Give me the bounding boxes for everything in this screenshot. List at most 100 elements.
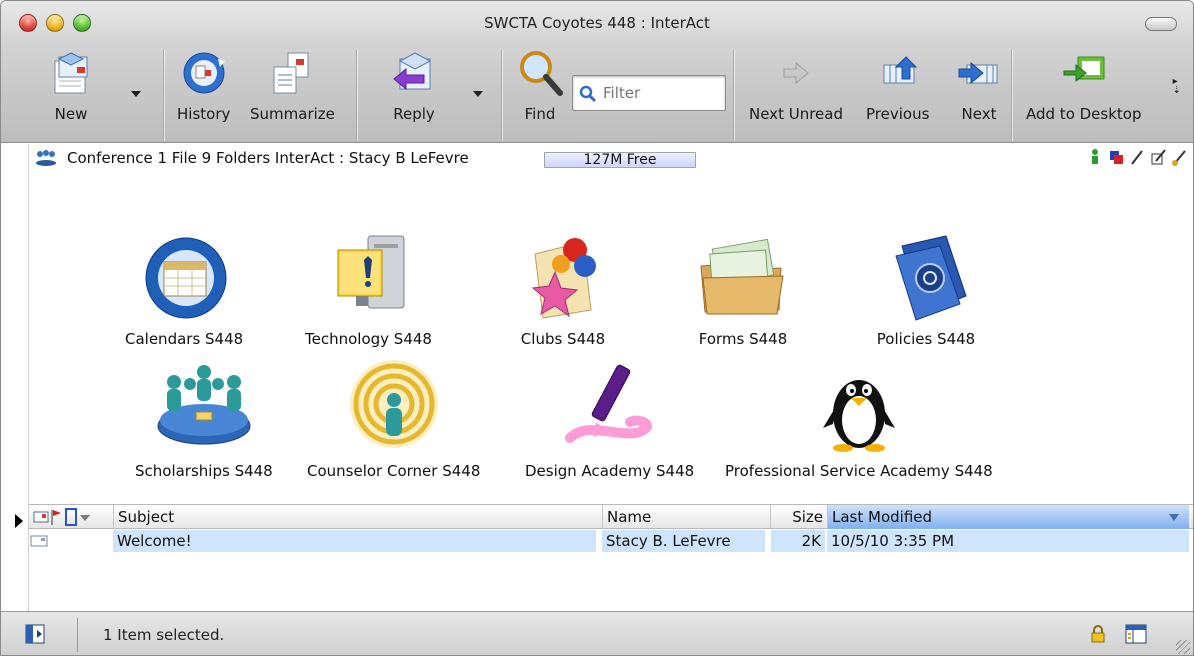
folder-label: Professional Service Academy S448	[725, 462, 993, 480]
toolbar-separator	[733, 49, 734, 141]
status-bar: 1 Item selected.	[1, 611, 1193, 655]
folder-label: Clubs S448	[520, 330, 606, 348]
cell-size: 2K	[771, 530, 825, 552]
app-window: SWCTA Coyotes 448 : InterAct New History…	[0, 0, 1194, 656]
folder-label: Scholarships S448	[135, 462, 273, 480]
previous-label: Previous	[866, 105, 930, 123]
add-to-desktop-label: Add to Desktop	[1026, 105, 1142, 123]
history-icon	[178, 49, 230, 97]
toolbar-overflow-chevron-icon[interactable]: ▸ ⇣	[1173, 77, 1181, 96]
history-label: History	[177, 105, 231, 123]
forms-folder-icon	[693, 226, 793, 326]
column-header-name[interactable]: Name	[602, 505, 770, 529]
find-button[interactable]: Find	[514, 49, 566, 123]
summarize-label: Summarize	[250, 105, 335, 123]
path-info-text: Conference 1 File 9 Folders InterAct : S…	[67, 149, 469, 167]
summarize-icon	[266, 49, 318, 97]
edit-document-icon[interactable]	[1150, 148, 1166, 166]
policies-book-icon	[876, 226, 976, 326]
folder-policies[interactable]: Policies S448	[876, 226, 976, 348]
next-arrow-icon	[953, 49, 1005, 97]
folder-scholarships[interactable]: Scholarships S448	[135, 358, 273, 480]
column-header-icons[interactable]	[29, 505, 113, 529]
file-list-table: Subject Name Size Last Modified Welcome!…	[29, 504, 1193, 611]
filter-field[interactable]	[572, 75, 726, 111]
next-label: Next	[961, 105, 997, 123]
calendar-icon	[134, 226, 234, 326]
free-space-bar: 127M Free	[544, 152, 696, 168]
new-button[interactable]: New	[45, 49, 97, 123]
message-type-icon	[30, 535, 48, 547]
pencil-icon[interactable]	[1129, 148, 1145, 166]
highlighter-icon	[560, 358, 660, 458]
cell-last-modified: 10/5/10 3:35 PM	[827, 530, 1189, 552]
next-unread-label: Next Unread	[749, 105, 843, 123]
toolbar-separator	[1011, 49, 1012, 141]
previous-button[interactable]: Previous	[866, 49, 929, 123]
folder-label: Technology S448	[305, 330, 432, 348]
windows-red-icon[interactable]	[1108, 148, 1124, 166]
balloons-icon	[513, 226, 613, 326]
magnifier-icon	[514, 49, 566, 97]
folder-counselor-corner[interactable]: Counselor Corner S448	[307, 358, 480, 480]
folder-design-academy[interactable]: Design Academy S448	[525, 358, 694, 480]
add-to-desktop-button[interactable]: Add to Desktop	[1026, 49, 1142, 123]
folder-calendars[interactable]: Calendars S448	[125, 226, 243, 348]
next-button[interactable]: Next	[953, 49, 1005, 123]
column-header-subject[interactable]: Subject	[113, 505, 602, 529]
summarize-button[interactable]: Summarize	[250, 49, 335, 123]
folder-label: Design Academy S448	[525, 462, 695, 480]
filter-search-icon	[579, 85, 597, 103]
toolbar: New History Summarize Reply Find Filter …	[1, 43, 1193, 143]
cell-subject: Welcome!	[113, 530, 596, 552]
lock-icon[interactable]	[1091, 625, 1105, 643]
find-label: Find	[524, 105, 556, 123]
folder-label: Calendars S448	[125, 330, 244, 348]
column-header-last-modified[interactable]: Last Modified	[827, 505, 1189, 529]
history-button[interactable]: History	[177, 49, 230, 123]
toolbar-separator	[501, 49, 502, 141]
reply-dropdown-arrow-icon[interactable]	[473, 91, 483, 97]
header-type-flag-attachment-icon	[33, 508, 90, 526]
window-title: SWCTA Coyotes 448 : InterAct	[484, 14, 710, 32]
status-text: 1 Item selected.	[103, 626, 225, 644]
next-unread-button[interactable]: Next Unread	[749, 49, 843, 123]
table-row[interactable]: Welcome! Stacy B. LeFevre 2K 10/5/10 3:3…	[29, 530, 1193, 552]
toolbar-separator	[356, 49, 357, 141]
folder-label: Forms S448	[698, 330, 788, 348]
person-green-icon[interactable]	[1087, 148, 1103, 166]
path-tools	[1087, 148, 1187, 166]
toggle-sidebar-icon[interactable]	[25, 624, 45, 644]
conference-people-icon	[36, 150, 56, 166]
folder-professional-service-academy[interactable]: Professional Service Academy S448	[725, 358, 993, 480]
new-message-icon	[45, 49, 97, 97]
toolbar-separator	[163, 49, 164, 141]
add-to-desktop-icon	[1058, 49, 1110, 97]
resize-grip-icon[interactable]	[1176, 640, 1190, 654]
sidebar-disclosure-triangle-icon[interactable]	[15, 514, 23, 528]
filter-input[interactable]	[603, 83, 721, 103]
column-view-icon[interactable]	[1125, 624, 1147, 644]
reply-icon	[388, 49, 440, 97]
toolbar-toggle-button[interactable]	[1145, 17, 1177, 31]
cell-name: Stacy B. LeFevre	[602, 530, 765, 552]
brush-icon[interactable]	[1171, 148, 1187, 166]
new-dropdown-arrow-icon[interactable]	[131, 91, 141, 97]
folder-forms[interactable]: Forms S448	[693, 226, 793, 348]
reply-label: Reply	[393, 105, 435, 123]
column-header-last-modified-label: Last Modified	[832, 508, 933, 526]
window-chrome: SWCTA Coyotes 448 : InterAct New History…	[1, 1, 1193, 143]
folder-grid: Calendars S448 Technology S448 Clubs S44…	[29, 172, 1193, 504]
row-icons	[29, 530, 113, 552]
status-separator	[77, 618, 78, 652]
column-header-size[interactable]: Size	[770, 505, 827, 529]
folder-technology[interactable]: Technology S448	[305, 226, 432, 348]
folder-label: Counselor Corner S448	[307, 462, 481, 480]
next-unread-arrow-icon	[770, 49, 822, 97]
penguin-icon	[809, 358, 909, 458]
reply-button[interactable]: Reply	[388, 49, 440, 123]
computer-icon	[318, 226, 418, 326]
folder-label: Policies S448	[876, 330, 976, 348]
folder-clubs[interactable]: Clubs S448	[513, 226, 613, 348]
sort-descending-icon	[1169, 514, 1179, 521]
